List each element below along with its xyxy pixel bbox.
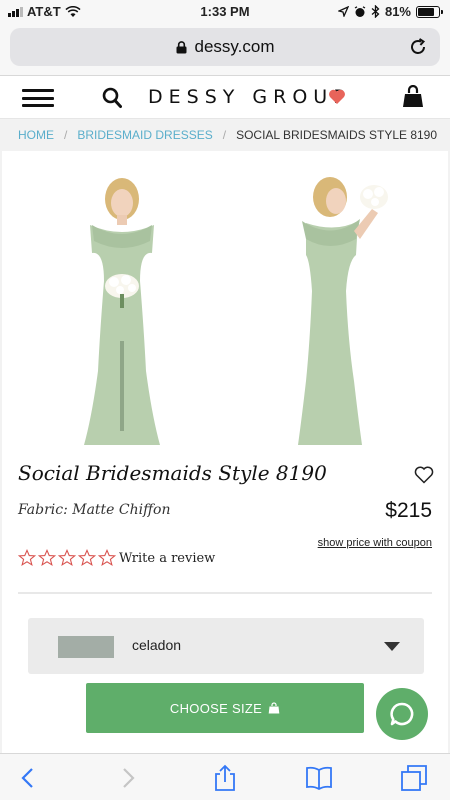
menu-icon[interactable] — [22, 89, 54, 107]
chat-button[interactable] — [376, 688, 428, 740]
chat-bubble-icon — [390, 702, 414, 726]
address-bar[interactable]: dessy.com — [10, 28, 440, 66]
battery-percent: 81% — [384, 4, 411, 19]
coupon-link[interactable]: show price with coupon — [318, 537, 432, 549]
site-header: DESSY GROUP — [0, 77, 450, 119]
shopping-bag-icon[interactable] — [402, 85, 424, 109]
star-icon[interactable] — [58, 549, 76, 567]
browser-toolbar — [0, 753, 450, 800]
bluetooth-icon — [371, 5, 380, 18]
dropdown-arrow-icon — [384, 642, 400, 651]
alarm-icon — [354, 5, 366, 17]
fabric-label: Fabric: Matte Chiffon — [18, 502, 171, 518]
site-logo[interactable]: DESSY GROUP — [148, 86, 351, 108]
star-rating[interactable] — [18, 549, 118, 567]
location-icon — [337, 6, 349, 17]
bag-icon — [268, 702, 280, 714]
star-icon[interactable] — [98, 549, 116, 567]
divider — [18, 592, 432, 594]
url-text: dessy.com — [194, 37, 275, 56]
selected-color: celadon — [132, 637, 182, 653]
color-swatch — [58, 636, 114, 658]
wishlist-heart-icon[interactable] — [328, 89, 346, 105]
star-icon[interactable] — [38, 549, 56, 567]
back-icon[interactable] — [14, 764, 42, 792]
wishlist-heart-outline-icon[interactable] — [414, 466, 434, 484]
product-title: Social Bridesmaids Style 8190 — [18, 461, 327, 485]
product-price: $215 — [385, 499, 432, 522]
search-icon[interactable] — [102, 87, 122, 109]
lock-icon — [176, 40, 186, 53]
battery-icon — [416, 5, 443, 18]
bookmarks-icon[interactable] — [305, 764, 333, 792]
product-page: HOME / BRIDESMAID DRESSES / SOCIAL BRIDE… — [0, 119, 450, 753]
share-icon[interactable] — [211, 764, 239, 792]
rating-row: Write a review — [18, 549, 215, 567]
product-photo-back[interactable] — [236, 161, 436, 451]
reload-icon[interactable] — [408, 37, 428, 57]
browser-chrome: dessy.com — [0, 24, 450, 76]
star-icon[interactable] — [78, 549, 96, 567]
choose-size-button[interactable]: CHOOSE SIZE — [86, 683, 364, 733]
breadcrumb-home[interactable]: HOME — [18, 128, 54, 142]
product-card: Social Bridesmaids Style 8190 Fabric: Ma… — [2, 151, 448, 753]
status-bar: AT&T 1:33 PM 81% — [0, 0, 450, 24]
forward-icon[interactable] — [114, 764, 142, 792]
color-select[interactable]: celadon — [28, 618, 424, 674]
star-icon[interactable] — [18, 549, 36, 567]
choose-size-label: CHOOSE SIZE — [169, 700, 263, 716]
tabs-icon[interactable] — [400, 764, 428, 792]
write-review-link[interactable]: Write a review — [119, 551, 215, 566]
breadcrumb: HOME / BRIDESMAID DRESSES / SOCIAL BRIDE… — [0, 119, 450, 151]
breadcrumb-category[interactable]: BRIDESMAID DRESSES — [77, 128, 212, 142]
product-photo-front[interactable] — [22, 161, 222, 451]
breadcrumb-current: SOCIAL BRIDESMAIDS STYLE 8190 — [236, 128, 438, 142]
